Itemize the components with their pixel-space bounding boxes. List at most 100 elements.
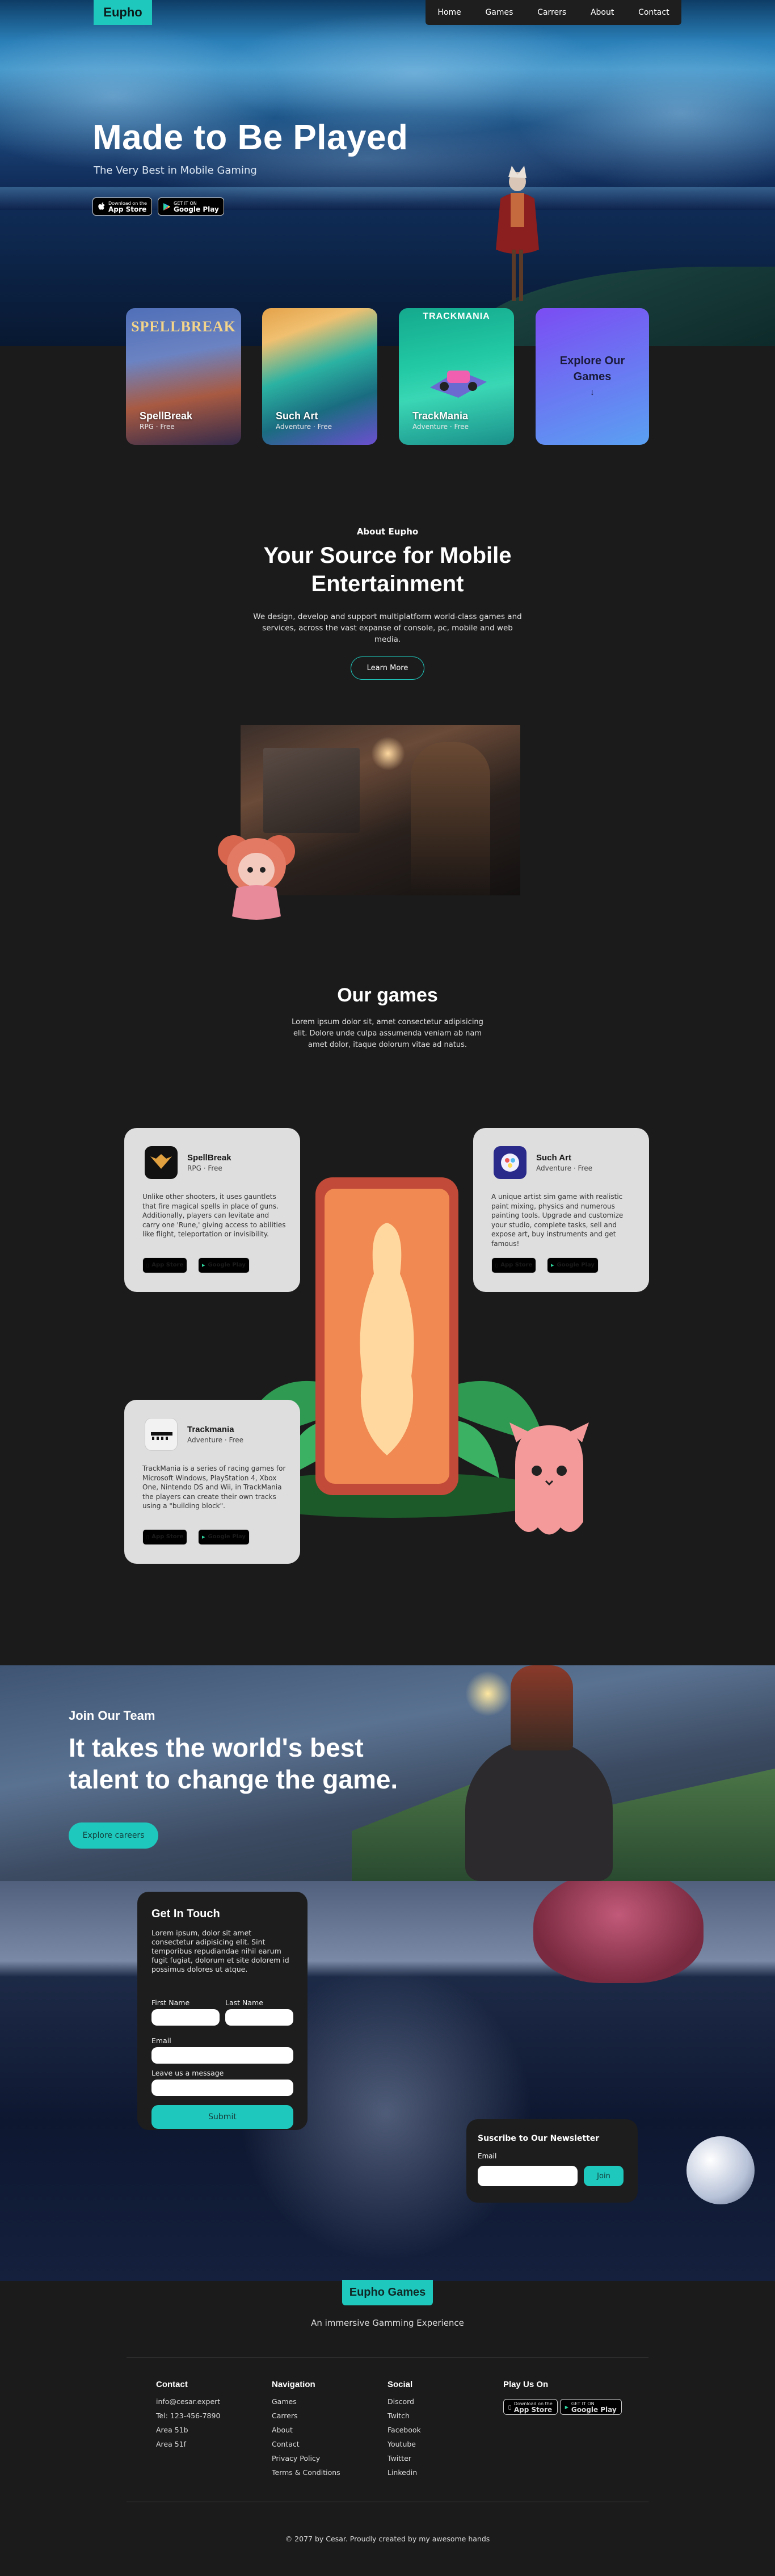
featured-name: Such Art (276, 410, 318, 422)
footer-link[interactable]: Games (272, 2394, 340, 2409)
email-field[interactable] (151, 2047, 293, 2064)
newsletter-email-label: Email (478, 2152, 497, 2160)
trackmania-logo: TRACKMANIA (423, 312, 490, 321)
featured-name: SpellBreak (140, 410, 193, 422)
trackmania-icon (145, 1418, 178, 1451)
apple-icon:  (146, 1263, 149, 1268)
app-store-button[interactable]: Download on the App Store (92, 197, 152, 216)
page: Eupho Home Games Carrers About Contact M… (0, 0, 775, 2576)
social-link[interactable]: Twitter (387, 2451, 421, 2465)
explore-careers-button[interactable]: Explore careers (69, 1822, 158, 1849)
game-description: Unlike other shooters, it uses gauntlets… (142, 1193, 286, 1238)
featured-card-spellbreak[interactable]: SPELLBREAK SpellBreak RPG · Free (126, 308, 241, 445)
social-link[interactable]: Linkedin (387, 2465, 421, 2480)
spellbreak-logo: SPELLBREAK (131, 318, 236, 335)
footer-link[interactable]: Carrers (272, 2409, 340, 2423)
google-play-button[interactable]: ▶ GET IT ON Google Play (559, 2399, 622, 2415)
google-play-label: Google Play (557, 1262, 595, 1268)
submit-button[interactable]: Submit (151, 2105, 293, 2129)
main-nav: Home Games Carrers About Contact (426, 0, 681, 25)
game-description: TrackMania is a series of racing games f… (142, 1464, 286, 1510)
game-name: Such Art (536, 1153, 571, 1163)
first-name-field[interactable] (151, 2009, 220, 2026)
footer-link[interactable]: About (272, 2423, 340, 2437)
arrow-down-icon: ↓ (590, 387, 595, 397)
about-title: Your Source for Mobile Entertainment (263, 543, 512, 596)
copyright: © 2077 by Cesar. Proudly created by my a… (285, 2535, 490, 2543)
featured-card-such-art[interactable]: Such Art Adventure · Free (262, 308, 377, 445)
google-play-button[interactable]: ▶ Google Play (198, 1529, 250, 1545)
app-store-label: App Store (498, 1262, 532, 1268)
google-play-label: Google Play (208, 1262, 246, 1268)
monitor (263, 748, 360, 833)
nav-carrers[interactable]: Carrers (537, 8, 566, 17)
google-play-button[interactable]: ▶ Google Play (547, 1257, 599, 1273)
nav-contact[interactable]: Contact (638, 8, 669, 17)
google-play-button[interactable]: GET IT ON Google Play (158, 197, 224, 216)
google-play-icon: ▶ (202, 1534, 205, 1539)
footer-link[interactable]: Contact (272, 2437, 340, 2451)
apple-icon (98, 202, 105, 210)
game-card-such-art[interactable]: Such Art Adventure · Free A unique artis… (473, 1128, 649, 1292)
google-play-label: Google Play (568, 2405, 617, 2414)
footer-link[interactable]: Terms & Conditions (272, 2465, 340, 2480)
social-link[interactable]: Twitch (387, 2409, 421, 2423)
footer-navigation: Navigation Games Carrers About Contact P… (272, 2380, 340, 2480)
pink-mascot-illustration (218, 835, 295, 920)
app-store-button[interactable]: App Store (491, 1257, 537, 1273)
footer-email[interactable]: info@cesar.expert (156, 2394, 220, 2409)
person-silhouette (411, 742, 490, 895)
first-name-label: First Name (151, 1998, 190, 2007)
google-play-icon: ▶ (562, 2404, 568, 2410)
footer-link[interactable]: Privacy Policy (272, 2451, 340, 2465)
google-play-button[interactable]: ▶ Google Play (198, 1257, 250, 1273)
careers-title: It takes the world's best talent to chan… (69, 1733, 398, 1794)
games-text: Lorem ipsum dolor sit, amet consectetur … (292, 1018, 483, 1049)
message-field[interactable] (151, 2080, 293, 2096)
about-kicker: About Eupho (356, 527, 419, 537)
last-name-field[interactable] (225, 2009, 293, 2026)
game-card-spellbreak[interactable]: SpellBreak RPG · Free Unlike other shoot… (124, 1128, 300, 1292)
about-text: We design, develop and support multiplat… (253, 612, 522, 644)
hero-title: Made to Be Played (92, 118, 408, 157)
space-background (0, 1881, 775, 2281)
newsletter-email-field[interactable] (478, 2166, 578, 2186)
nav-home[interactable]: Home (437, 8, 461, 17)
game-name: Trackmania (187, 1425, 234, 1434)
contact-text: Lorem ipsum, dolor sit amet consectetur … (151, 1929, 289, 1973)
app-store-button[interactable]: Download on theApp Store (503, 2399, 558, 2415)
join-button[interactable]: Join (584, 2166, 624, 2186)
google-play-icon: ▶ (202, 1262, 205, 1268)
footer-brand[interactable]: Eupho Games (342, 2280, 433, 2305)
social-link[interactable]: Facebook (387, 2423, 421, 2437)
brand-logo[interactable]: Eupho (94, 0, 152, 25)
apple-icon:  (146, 1535, 149, 1540)
footer-social-title: Social (387, 2380, 413, 2389)
warrior-figure (511, 1665, 573, 1750)
spellbreak-icon (145, 1146, 178, 1179)
planet (686, 2136, 755, 2204)
app-store-button[interactable]: App Store (142, 1529, 188, 1545)
social-link[interactable]: Discord (387, 2394, 421, 2409)
google-play-icon (163, 203, 170, 211)
footer-navigation-title: Navigation (272, 2380, 315, 2389)
email-label: Email (151, 2036, 171, 2045)
explore-games-button[interactable]: Explore Our Games ↓ (536, 308, 649, 445)
app-store-button[interactable]: App Store (142, 1257, 188, 1273)
featured-name: TrackMania (412, 410, 469, 422)
game-name: SpellBreak (187, 1153, 231, 1163)
nav-about[interactable]: About (591, 8, 614, 17)
apple-icon:  (508, 2405, 511, 2410)
game-card-trackmania[interactable]: Trackmania Adventure · Free TrackMania i… (124, 1400, 300, 1564)
nav-games[interactable]: Games (485, 8, 513, 17)
message-label: Leave us a message (151, 2069, 224, 2077)
footer-phone: Tel: 123-456-7890 (156, 2411, 221, 2420)
spark-glow (465, 1671, 511, 1716)
footer-social: Social Discord Twitch Facebook Youtube T… (387, 2380, 421, 2480)
learn-more-button[interactable]: Learn More (351, 656, 424, 680)
featured-card-trackmania[interactable]: TRACKMANIA TrackMania Adventure · Free (399, 308, 514, 445)
footer-address: Area 51b (156, 2426, 188, 2434)
explore-label: Explore Our Games (559, 354, 625, 383)
footer-address: Area 51f (156, 2440, 187, 2448)
social-link[interactable]: Youtube (387, 2437, 421, 2451)
